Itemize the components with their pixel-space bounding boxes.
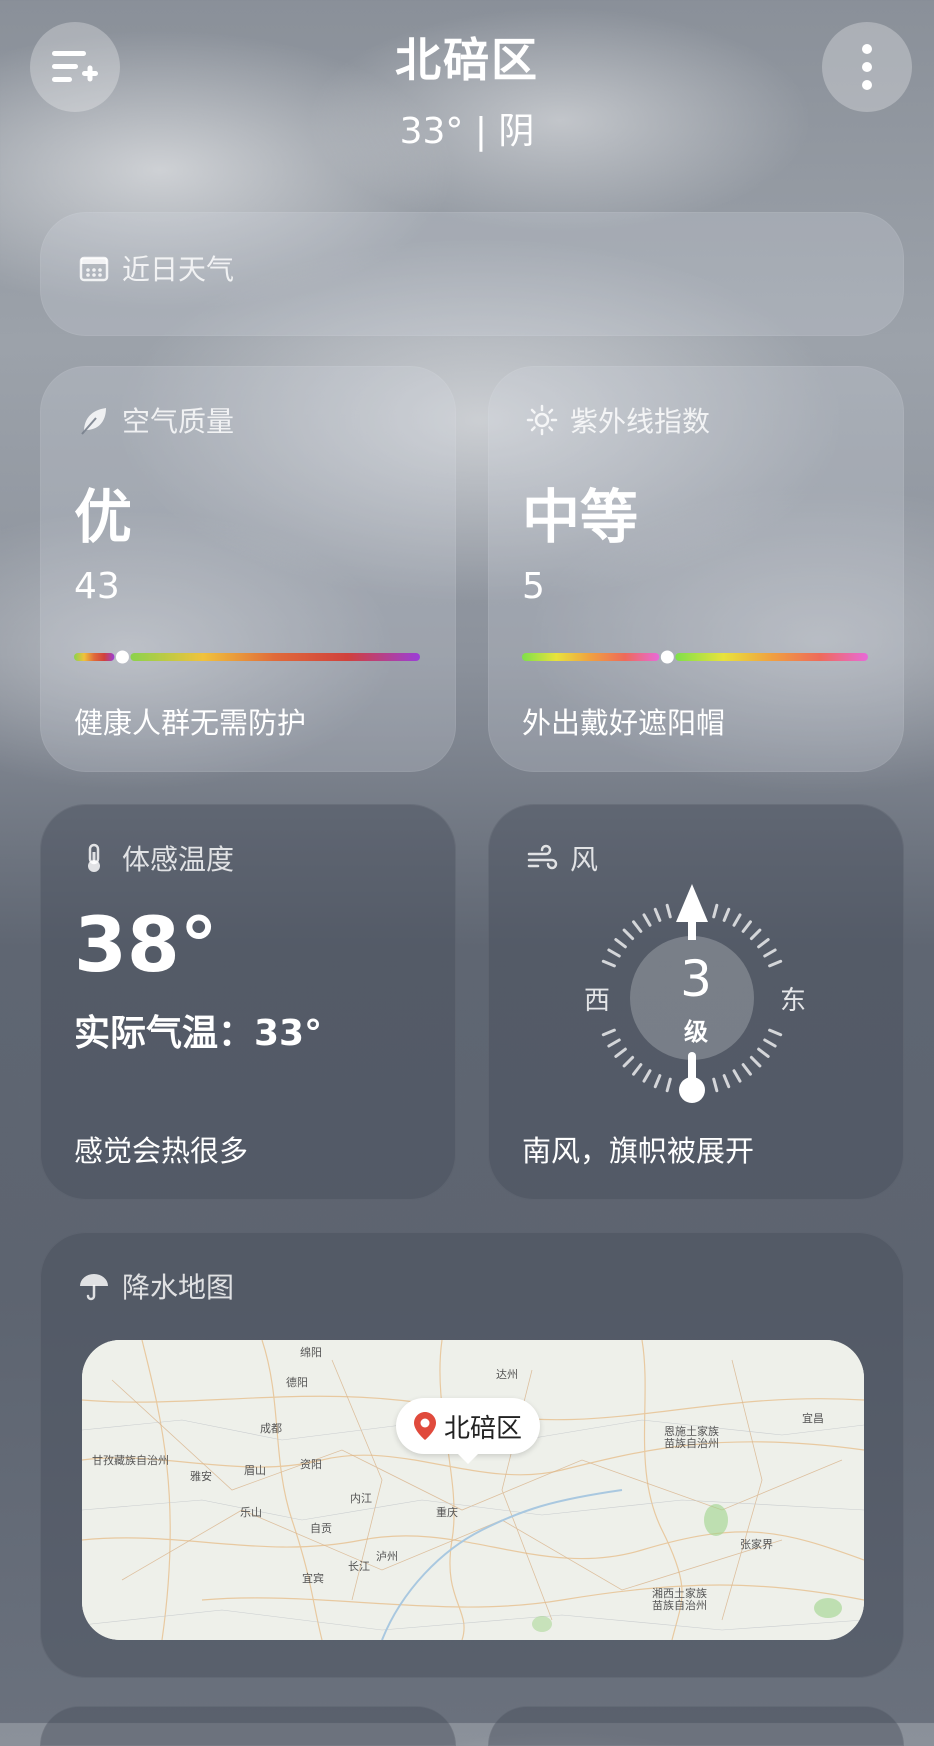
map-city-label: 内江: [350, 1492, 372, 1505]
wind-east-label: 东: [780, 986, 807, 1016]
map-city-label: 重庆: [436, 1506, 458, 1519]
wind-card[interactable]: 风 3 级 西 东 南风，旗帜被展开: [488, 804, 904, 1200]
thermometer-icon: [88, 843, 100, 872]
gauge-segment-left: [522, 653, 660, 661]
feels-like-card[interactable]: 体感温度 38° 实际气温：33° 感觉会热很多: [40, 804, 456, 1200]
map-city-label: 张家界: [740, 1538, 773, 1551]
air-quality-label: 空气质量: [122, 405, 235, 438]
wind-description: 南风，旗帜被展开: [522, 1134, 755, 1168]
map-city-label: 雅安: [190, 1470, 212, 1483]
compass-tick: [712, 903, 719, 919]
map-location-pin[interactable]: 北碚区: [396, 1398, 540, 1464]
gauge-segment-right: [675, 653, 868, 661]
map-city-label: 乐山: [240, 1506, 262, 1519]
map-city-label: 宜昌: [802, 1412, 824, 1425]
feels-like-note: 感觉会热很多: [74, 1134, 249, 1168]
uv-level: 中等: [522, 483, 639, 551]
compass-tick: [632, 1063, 643, 1076]
next-card-left[interactable]: [40, 1706, 456, 1746]
compass-tick: [722, 907, 731, 922]
map-pin-label: 北碚区: [443, 1413, 522, 1444]
compass-tick: [712, 1077, 719, 1093]
map-city-label: 甘孜藏族自治州: [92, 1454, 169, 1467]
compass-tick: [722, 1074, 731, 1089]
map-city-label: 湘西土家族苗族自治州: [652, 1587, 707, 1612]
map-city-label: 成都: [260, 1422, 282, 1435]
gauge-segment-left: [74, 653, 115, 661]
map-city-label: 泸州: [376, 1550, 398, 1563]
wind-west-label: 西: [584, 986, 611, 1016]
map-city-label: 宜宾: [302, 1572, 324, 1585]
compass-tick: [741, 920, 752, 933]
map-city-label: 绵阳: [300, 1346, 322, 1359]
compass-tick: [749, 1055, 762, 1068]
precipitation-map-card[interactable]: 降水地图 绵阳 德阳 成都 达州 眉山 资阳 雅安 内江 乐山 自贡 泸州 重庆…: [40, 1232, 904, 1678]
compass-tick: [757, 1047, 770, 1058]
recent-weather-card[interactable]: 近日天气: [40, 212, 904, 336]
compass-tick: [665, 1077, 672, 1093]
recent-weather-label: 近日天气: [122, 253, 235, 286]
gauge-indicator: [115, 650, 129, 664]
map-city-label: 达州: [496, 1368, 518, 1381]
map-city-label: 长江: [348, 1560, 370, 1573]
more-vertical-icon: [862, 44, 872, 90]
uv-label: 紫外线指数: [570, 405, 711, 438]
compass-tick: [622, 928, 635, 941]
compass-tick: [749, 928, 762, 941]
compass-tick: [732, 1069, 742, 1083]
location-title: 北碚区: [395, 33, 539, 87]
compass-tick: [732, 913, 742, 927]
feels-like-value: 38°: [74, 900, 218, 989]
sun-icon: [526, 404, 558, 436]
uv-advice: 外出戴好遮阳帽: [522, 706, 726, 740]
umbrella-icon: [80, 1274, 108, 1301]
wind-direction-arrow: [676, 884, 708, 922]
uv-value: 5: [522, 566, 545, 607]
compass-tick: [622, 1055, 635, 1068]
wind-icon: [527, 844, 558, 870]
precipitation-map[interactable]: 绵阳 德阳 成都 达州 眉山 资阳 雅安 内江 乐山 自贡 泸州 重庆 宜宾 长…: [82, 1340, 864, 1640]
map-roads: [82, 1340, 864, 1640]
compass-tick: [614, 938, 627, 949]
air-quality-card[interactable]: 空气质量 优 43 健康人群无需防护: [40, 366, 456, 772]
location-pin-icon: [413, 1412, 436, 1440]
precipitation-map-label: 降水地图: [122, 1271, 235, 1304]
compass-tick: [642, 913, 652, 927]
gauge-indicator: [660, 650, 674, 664]
current-summary: 33° | 阴: [399, 111, 535, 152]
calendar-icon: [79, 256, 109, 282]
actual-temperature: 实际气温：33°: [74, 1013, 323, 1054]
more-options-button[interactable]: [822, 22, 912, 112]
compass-tick: [632, 920, 643, 933]
compass-tick: [741, 1063, 752, 1076]
compass-tick: [614, 1047, 627, 1058]
map-city-label: 德阳: [286, 1376, 308, 1389]
wind-label: 风: [570, 843, 599, 876]
air-quality-gauge: [74, 650, 420, 664]
wind-level-number: 3: [680, 950, 712, 1008]
leaf-icon: [81, 408, 106, 435]
map-city-label: 眉山: [244, 1464, 266, 1477]
compass-tick: [757, 938, 770, 949]
wind-origin-dot: [679, 1077, 705, 1103]
gauge-segment-right: [130, 653, 420, 661]
uv-index-card[interactable]: 紫外线指数 中等 5 外出戴好遮阳帽: [488, 366, 904, 772]
map-city-label: 恩施土家族苗族自治州: [664, 1425, 719, 1450]
compass-tick: [642, 1069, 652, 1083]
next-card-right[interactable]: [488, 1706, 904, 1746]
uv-gauge: [522, 650, 868, 664]
feels-like-label: 体感温度: [122, 843, 235, 876]
compass-tick: [665, 903, 672, 919]
map-city-label: 自贡: [310, 1522, 332, 1535]
wind-level-unit: 级: [684, 1018, 708, 1046]
air-quality-level: 优: [74, 483, 133, 551]
map-city-label: 资阳: [300, 1458, 322, 1471]
compass-tick: [653, 1074, 662, 1089]
air-quality-advice: 健康人群无需防护: [74, 706, 307, 740]
air-quality-value: 43: [74, 566, 120, 607]
compass-tick: [653, 907, 662, 922]
